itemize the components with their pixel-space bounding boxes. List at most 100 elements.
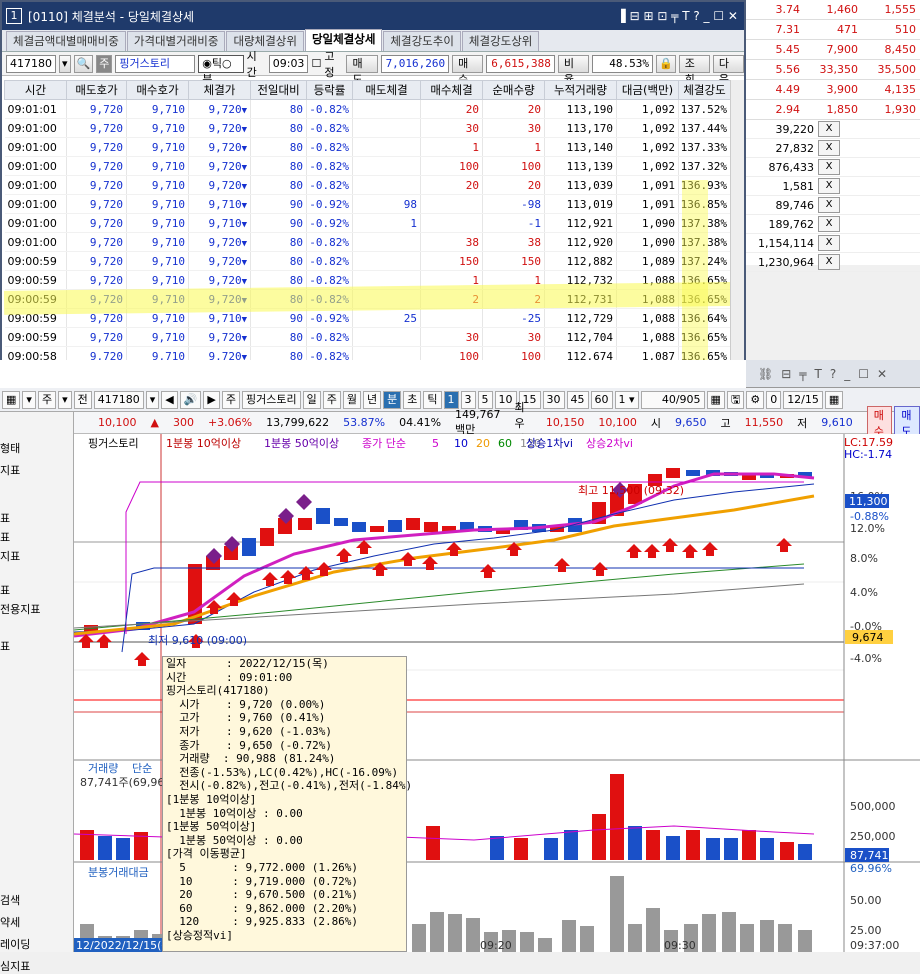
- tab-item[interactable]: 가격대별거래비중: [126, 31, 226, 51]
- left-menu-item[interactable]: 지표: [0, 462, 20, 478]
- maximize-icon[interactable]: ☐: [858, 367, 869, 381]
- small-count[interactable]: 0: [766, 390, 782, 409]
- save-icon[interactable]: 🖫: [726, 390, 745, 409]
- column-header[interactable]: 체결가: [188, 80, 251, 100]
- column-header[interactable]: 등락률: [306, 80, 353, 100]
- dropdown-icon[interactable]: ▾: [22, 390, 36, 409]
- radio-tick[interactable]: ◉틱○분: [198, 54, 244, 86]
- fixed-checkbox[interactable]: ☐: [311, 57, 321, 70]
- window-title-bar[interactable]: 1 [0110] 체결분석 - 당일체결상세 ▐ ⊟ ⊞ ⊡ ╤ T ? _ ☐…: [2, 2, 744, 30]
- period-button[interactable]: 주: [322, 390, 341, 409]
- column-header[interactable]: 시간: [4, 80, 67, 100]
- period-button[interactable]: 초: [403, 390, 422, 409]
- tab-item[interactable]: 체결강도추이: [383, 31, 461, 51]
- dropdown-icon[interactable]: ▾: [58, 390, 72, 409]
- left-menu-item[interactable]: 형태: [0, 440, 20, 456]
- period-button[interactable]: 월: [342, 390, 361, 409]
- table-row[interactable]: 09:01:00 9,720 9,710 9,720▼ 80 -0.82% 30 30 113,…: [4, 118, 730, 138]
- period-button[interactable]: 일: [302, 390, 321, 409]
- left-menu-item[interactable]: 지표: [0, 548, 20, 564]
- left-menu-item[interactable]: 표: [0, 582, 10, 598]
- chart-code-input[interactable]: 417180: [93, 390, 144, 409]
- table-row[interactable]: 09:01:00 9,720 9,710 9,710▼ 90 -0.92% 1 -1 112,9…: [4, 213, 730, 233]
- stock-badge-icon[interactable]: 주: [221, 390, 241, 409]
- interval-button[interactable]: 5: [477, 390, 493, 409]
- remove-button[interactable]: X: [818, 197, 840, 213]
- search-icon[interactable]: 🔍: [73, 54, 94, 73]
- interval-button[interactable]: 30: [542, 390, 565, 409]
- table-row[interactable]: 09:00:59 9,720 9,710 9,720▼ 80 -0.82% 150 150 11…: [4, 251, 730, 271]
- time-input[interactable]: 09:03: [268, 54, 309, 73]
- next-button[interactable]: 다음: [712, 54, 745, 86]
- left-menu-item[interactable]: 검색: [0, 892, 20, 908]
- period-button[interactable]: 년: [363, 390, 382, 409]
- remove-button[interactable]: X: [818, 159, 840, 175]
- dropdown-icon[interactable]: ▾: [145, 390, 160, 409]
- column-header[interactable]: 누적거래량: [544, 80, 617, 100]
- tab-item[interactable]: 체결강도상위: [461, 31, 540, 51]
- interval-button[interactable]: 10: [494, 390, 517, 409]
- close-icon[interactable]: ✕: [877, 367, 887, 381]
- settings-icon[interactable]: ⚙: [746, 390, 765, 409]
- query-button[interactable]: 조회: [678, 54, 710, 86]
- date-input[interactable]: 12/15: [783, 390, 823, 409]
- text-icon[interactable]: T: [815, 367, 822, 381]
- period-button[interactable]: 분: [383, 390, 402, 409]
- layout-icon[interactable]: ▦: [706, 390, 725, 409]
- resize-icon[interactable]: ⊟: [781, 367, 791, 381]
- left-menu-item[interactable]: 표: [0, 638, 10, 654]
- column-header[interactable]: 매수호가: [126, 80, 189, 100]
- column-header[interactable]: 매도체결: [352, 80, 421, 100]
- sound-icon[interactable]: 🔊: [179, 390, 202, 409]
- period-button[interactable]: 틱: [423, 390, 442, 409]
- interval-button[interactable]: 3: [460, 390, 476, 409]
- help-icon[interactable]: ?: [830, 367, 836, 381]
- chart-title-icons[interactable]: ⛓ ⊟ ╤ T? _ ☐ ✕: [746, 360, 920, 388]
- remove-button[interactable]: X: [818, 121, 840, 137]
- table-row[interactable]: 09:01:00 9,720 9,710 9,720▼ 80 -0.82% 38 38 112,…: [4, 232, 730, 252]
- column-header[interactable]: 전일대비: [250, 80, 307, 100]
- remove-button[interactable]: X: [818, 235, 840, 251]
- remove-button[interactable]: X: [818, 140, 840, 156]
- stock-code-input[interactable]: 417180: [6, 54, 56, 73]
- dropdown-icon[interactable]: ▾: [59, 54, 71, 73]
- table-row[interactable]: 09:01:00 9,720 9,710 9,710▼ 90 -0.92% 98 -98 113…: [4, 194, 730, 214]
- pin-icon[interactable]: ╤: [799, 367, 806, 381]
- table-row[interactable]: 09:01:00 9,720 9,710 9,720▼ 80 -0.82% 20 20 113,…: [4, 175, 730, 195]
- left-menu-item[interactable]: 표: [0, 510, 10, 526]
- grid-icon[interactable]: ▦: [2, 390, 21, 409]
- remove-button[interactable]: X: [818, 178, 840, 194]
- left-menu-item[interactable]: 전용지표: [0, 601, 40, 617]
- column-header[interactable]: 체결강도: [678, 80, 730, 100]
- minimize-icon[interactable]: _: [844, 367, 850, 381]
- interval-button[interactable]: 1: [443, 390, 459, 409]
- window-controls[interactable]: ▐ ⊟ ⊞ ⊡ ╤ T ? _ ☐ ✕: [617, 9, 744, 23]
- left-menu-item[interactable]: 레이딩: [0, 936, 30, 952]
- chart-stock-name[interactable]: 핑거스토리: [242, 390, 301, 409]
- column-header[interactable]: 대금(백만): [616, 80, 679, 100]
- tab-item[interactable]: 체결금액대별매매비중: [6, 31, 126, 51]
- link-icon[interactable]: ⛓: [758, 367, 773, 381]
- column-header[interactable]: 순매수량: [482, 80, 545, 100]
- left-menu-item[interactable]: 표: [0, 529, 10, 545]
- column-header[interactable]: 매수체결: [420, 80, 483, 100]
- left-menu-item[interactable]: 심지표: [0, 958, 30, 974]
- table-row[interactable]: 09:01:00 9,720 9,710 9,720▼ 80 -0.82% 100 100 11…: [4, 156, 730, 176]
- interval-button[interactable]: 60: [590, 390, 613, 409]
- interval-select[interactable]: 1 ▾: [614, 390, 639, 409]
- column-header[interactable]: 매도호가: [66, 80, 127, 100]
- next-icon[interactable]: ▶: [203, 390, 220, 409]
- tab-item[interactable]: 당일체결상세: [304, 29, 383, 51]
- left-menu-item[interactable]: 약세: [0, 914, 20, 930]
- table-row[interactable]: 09:01:00 9,720 9,710 9,720▼ 80 -0.82% 1 1 113,14…: [4, 137, 730, 157]
- stock-type-badge[interactable]: 주: [37, 390, 57, 409]
- interval-button[interactable]: 45: [566, 390, 589, 409]
- calendar-icon[interactable]: ▦: [824, 390, 844, 409]
- table-row[interactable]: 09:00:59 9,720 9,710 9,720▼ 80 -0.82% 30 30 112,…: [4, 327, 730, 347]
- remove-button[interactable]: X: [818, 254, 840, 270]
- table-row[interactable]: 09:01:01 9,720 9,710 9,720▼ 80 -0.82% 20 20 113,…: [4, 99, 730, 119]
- lock-icon[interactable]: 🔒: [656, 54, 676, 73]
- prev-icon[interactable]: ◀: [161, 390, 178, 409]
- jeon-button[interactable]: 전: [73, 390, 92, 409]
- remove-button[interactable]: X: [818, 216, 840, 232]
